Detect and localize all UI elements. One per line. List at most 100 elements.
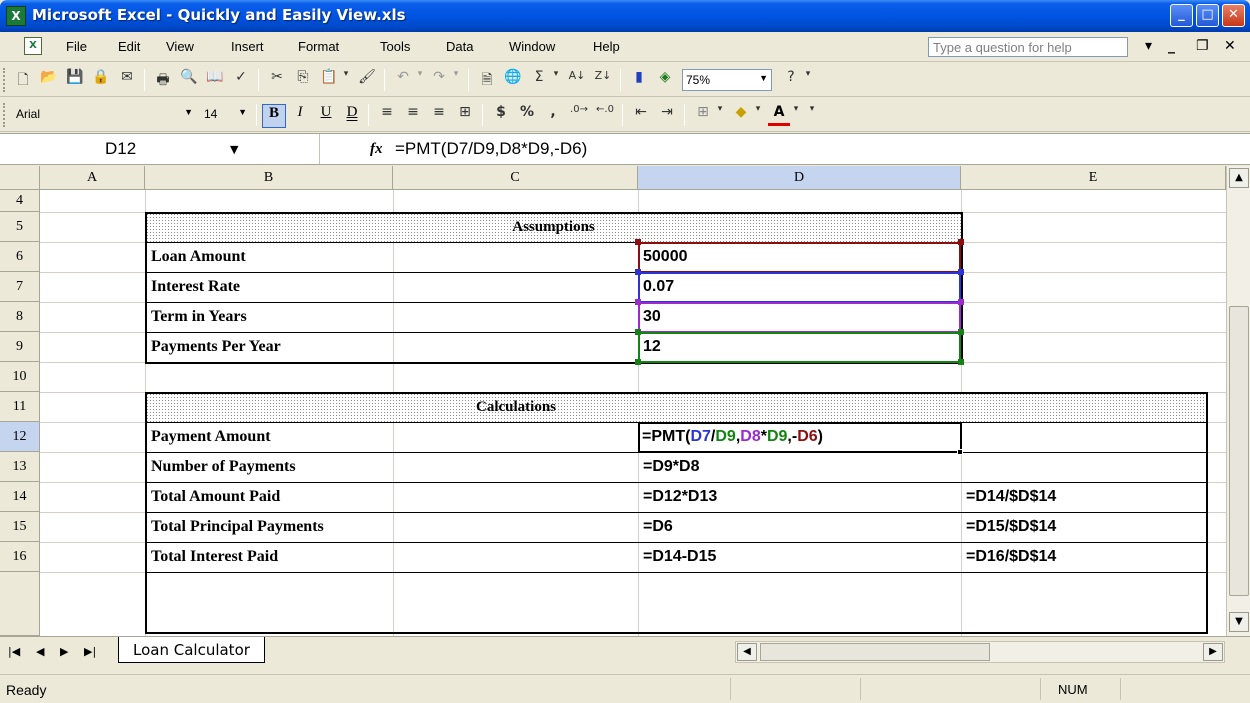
ref-handle[interactable]: [958, 299, 964, 305]
column-header-d[interactable]: D: [638, 166, 961, 190]
row-header-15[interactable]: 15: [0, 512, 40, 542]
scroll-right-icon[interactable]: ▶: [1203, 643, 1223, 661]
font-size-select[interactable]: 14 ▼: [200, 104, 250, 126]
research-icon[interactable]: 📖: [204, 69, 226, 91]
excel-app-icon[interactable]: X: [6, 6, 26, 26]
menu-insert[interactable]: Insert: [231, 39, 264, 54]
double-underline-button[interactable]: D: [340, 104, 364, 128]
cell-e16[interactable]: =D16/$D$14: [966, 548, 1056, 566]
row-header-13[interactable]: 13: [0, 452, 40, 482]
row-header-11[interactable]: 11: [0, 392, 40, 422]
ref-handle[interactable]: [958, 359, 964, 365]
column-header-a[interactable]: A: [40, 166, 145, 190]
cell-d13[interactable]: =D9*D8: [643, 458, 699, 476]
print-preview-icon[interactable]: 🔍: [178, 69, 200, 91]
undo-dropdown-icon[interactable]: ▾: [414, 69, 426, 91]
menu-format[interactable]: Format: [298, 39, 339, 54]
row-header-10[interactable]: 10: [0, 362, 40, 392]
redo-icon[interactable]: ↷: [428, 69, 450, 91]
bold-button[interactable]: B: [262, 104, 286, 128]
horizontal-scroll-thumb[interactable]: [760, 643, 990, 661]
row-header-5[interactable]: 5: [0, 212, 40, 242]
row-header-9[interactable]: 9: [0, 332, 40, 362]
minimize-button[interactable]: _: [1170, 4, 1193, 27]
italic-button[interactable]: I: [288, 104, 312, 128]
cell-d9[interactable]: 12: [643, 338, 661, 356]
underline-button[interactable]: U: [314, 104, 338, 128]
cell-e14[interactable]: =D14/$D$14: [966, 488, 1056, 506]
align-center-icon[interactable]: ≡: [402, 104, 424, 126]
align-right-icon[interactable]: ≡: [428, 104, 450, 126]
cut-icon[interactable]: ✂: [266, 69, 288, 91]
toolbar-options-icon[interactable]: ▾: [802, 69, 814, 91]
sheet-tab-loan-calculator[interactable]: Loan Calculator: [118, 637, 265, 663]
scroll-left-icon[interactable]: ◀: [737, 643, 757, 661]
toolbar-grip[interactable]: [3, 68, 7, 92]
increase-decimal-icon[interactable]: .0→: [568, 104, 590, 126]
workbook-icon[interactable]: X: [24, 37, 42, 55]
ref-handle[interactable]: [635, 299, 641, 305]
ref-handle[interactable]: [958, 329, 964, 335]
merge-center-icon[interactable]: ⊞: [454, 104, 476, 126]
cell-d6[interactable]: 50000: [643, 248, 688, 266]
redo-dropdown-icon[interactable]: ▾: [450, 69, 462, 91]
chart-wizard-icon[interactable]: ▮: [628, 69, 650, 91]
row-header-14[interactable]: 14: [0, 482, 40, 512]
fill-color-icon[interactable]: ◆: [730, 104, 752, 126]
row-header-12[interactable]: 12: [0, 422, 40, 452]
menu-view[interactable]: View: [166, 39, 194, 54]
font-color-dropdown-icon[interactable]: ▾: [790, 104, 802, 126]
comma-style-icon[interactable]: ,: [542, 104, 564, 126]
borders-dropdown-icon[interactable]: ▾: [714, 104, 726, 126]
column-header-b[interactable]: B: [145, 166, 393, 190]
paste-icon[interactable]: 📋: [318, 69, 340, 91]
scroll-up-icon[interactable]: ▲: [1229, 168, 1249, 188]
fill-color-dropdown-icon[interactable]: ▾: [752, 104, 764, 126]
row-header-4[interactable]: 4: [0, 190, 40, 212]
cell-e15[interactable]: =D15/$D$14: [966, 518, 1056, 536]
increase-indent-icon[interactable]: ⇥: [656, 104, 678, 126]
doc-restore-button[interactable]: ❐: [1196, 38, 1209, 54]
menu-help[interactable]: Help: [593, 39, 620, 54]
help-search-input[interactable]: Type a question for help: [928, 37, 1128, 57]
cell-d12-editing[interactable]: =PMT(D7/D9,D8*D9,-D6): [642, 428, 823, 446]
toolbar-options-icon-2[interactable]: ▾: [806, 104, 818, 126]
copy-icon[interactable]: ⎘: [292, 69, 314, 91]
spelling-icon[interactable]: ✓: [230, 69, 252, 91]
prev-sheet-icon[interactable]: ◀: [36, 645, 44, 658]
paste-dropdown-icon[interactable]: ▾: [340, 69, 352, 91]
globe-icon[interactable]: 🌐: [502, 69, 524, 91]
cell-d16[interactable]: =D14-D15: [643, 548, 716, 566]
row-header-6[interactable]: 6: [0, 242, 40, 272]
ref-handle[interactable]: [635, 329, 641, 335]
decrease-decimal-icon[interactable]: ←.0: [594, 104, 616, 126]
cell-d7[interactable]: 0.07: [643, 278, 674, 296]
borders-icon[interactable]: ⊞: [692, 104, 714, 126]
last-sheet-icon[interactable]: ▶|: [84, 645, 96, 658]
row-header-17[interactable]: [0, 572, 40, 636]
first-sheet-icon[interactable]: |◀: [8, 645, 20, 658]
sort-ascending-icon[interactable]: A↓: [566, 69, 588, 91]
autosum-icon[interactable]: Σ: [528, 69, 550, 91]
format-painter-icon[interactable]: 🖌: [356, 69, 378, 91]
autosum-dropdown-icon[interactable]: ▾: [550, 69, 562, 91]
permission-icon[interactable]: 🔒: [90, 69, 112, 91]
sort-descending-icon[interactable]: Z↓: [592, 69, 614, 91]
ref-handle[interactable]: [958, 239, 964, 245]
next-sheet-icon[interactable]: ▶: [60, 645, 68, 658]
cell-d8[interactable]: 30: [643, 308, 661, 326]
column-header-c[interactable]: C: [393, 166, 638, 190]
name-box-dropdown-icon[interactable]: ▼: [230, 143, 238, 156]
doc-close-button[interactable]: ✕: [1224, 38, 1236, 54]
save-icon[interactable]: 💾: [64, 69, 86, 91]
align-left-icon[interactable]: ≡: [376, 104, 398, 126]
menu-window[interactable]: Window: [509, 39, 555, 54]
worksheet-grid[interactable]: A B C D E 4 5 6 7 8 9 10 11 12 13 14 15 …: [0, 166, 1226, 636]
email-icon[interactable]: ✉: [116, 69, 138, 91]
menu-edit[interactable]: Edit: [118, 39, 140, 54]
help-dropdown-icon[interactable]: ▾: [1145, 38, 1152, 54]
maximize-button[interactable]: □: [1196, 4, 1219, 27]
ref-handle[interactable]: [635, 269, 641, 275]
row-header-7[interactable]: 7: [0, 272, 40, 302]
select-all-corner[interactable]: [0, 166, 40, 190]
